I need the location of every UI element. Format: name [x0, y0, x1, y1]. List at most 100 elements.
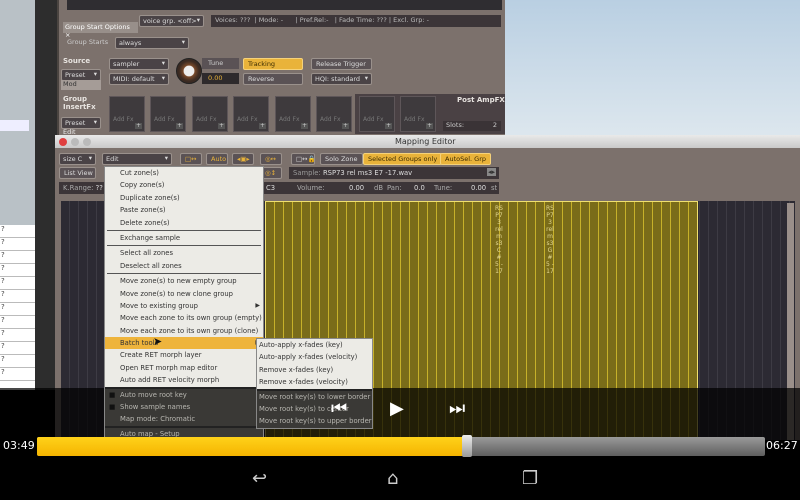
k-range-value[interactable]: ?? — [96, 184, 103, 192]
mod-button[interactable]: Mod — [61, 80, 101, 90]
skip-next-icon[interactable]: ⏭ — [449, 398, 465, 419]
menu-item-move-new-empty[interactable]: Move zone(s) to new empty group — [105, 275, 263, 287]
checkbox-icon[interactable]: ■ — [109, 389, 115, 401]
add-fx-slot[interactable]: Add Fx + — [109, 96, 145, 132]
menu-item-create-ret[interactable]: Create RET morph layer — [105, 349, 263, 361]
volume-value[interactable]: 0.00 — [349, 184, 364, 192]
list-item[interactable]: ? — [0, 251, 35, 264]
menu-item-exchange-sample[interactable]: Exchange sample — [105, 232, 263, 244]
tab-group-start-options[interactable]: Group Start Options × — [63, 22, 138, 39]
auto-button[interactable]: Auto — [206, 153, 228, 165]
menu-item-copy[interactable]: Copy zone(s) — [105, 179, 263, 191]
menu-item-delete[interactable]: Delete zone(s) — [105, 217, 263, 229]
hq-dropdown[interactable]: HQI: standard — [311, 73, 372, 85]
selected-row[interactable] — [0, 120, 29, 131]
reverse-button[interactable]: Reverse — [243, 73, 303, 85]
menu-item-auto-move-root[interactable]: ■ Auto move root key — [105, 388, 263, 402]
list-item[interactable]: ? — [0, 277, 35, 290]
sample-nav-arrows[interactable]: ◂▸ — [487, 168, 496, 176]
list-item[interactable]: ? — [0, 264, 35, 277]
play-icon[interactable]: ▶ — [390, 398, 404, 419]
list-item[interactable]: ? — [0, 329, 35, 342]
zoom-icon[interactable] — [83, 138, 91, 146]
root-key-value[interactable]: C3 — [266, 184, 275, 192]
add-fx-slot[interactable]: Add Fx + — [192, 96, 228, 132]
list-item[interactable]: ? — [0, 238, 35, 251]
menu-item-show-sample-names[interactable]: ■ Show sample names — [105, 401, 263, 414]
title-bar[interactable]: Mapping Editor — [55, 135, 800, 148]
zoom-fit-button[interactable]: ◂▣▸ — [232, 153, 254, 165]
add-fx-slot[interactable]: Add Fx + — [275, 96, 311, 132]
list-item[interactable]: ? — [0, 303, 35, 316]
tune-value[interactable]: 0.00 — [202, 73, 239, 84]
menu-item-move-own-empty[interactable]: Move each zone to its own group (empty) — [105, 312, 263, 324]
checkbox-icon[interactable]: ■ — [109, 401, 115, 413]
tune-value[interactable]: 0.00 — [471, 184, 486, 192]
fade-time-value[interactable]: ??? — [376, 16, 386, 24]
menu-item-open-ret[interactable]: Open RET morph map editor — [105, 362, 263, 374]
add-fx-slot[interactable]: Add Fx + — [359, 96, 395, 132]
menu-item-move-new-clone[interactable]: Move zone(s) to new clone group — [105, 288, 263, 300]
home-icon[interactable]: ⌂ — [387, 468, 398, 489]
list-item[interactable]: ? — [0, 290, 35, 303]
menu-item-move-own-clone[interactable]: Move each zone to its own group (clone) — [105, 325, 263, 337]
back-icon[interactable]: ↩ — [252, 468, 267, 489]
submenu-item[interactable]: Auto-apply x-fades (key) — [257, 339, 372, 351]
list-item[interactable]: ? — [0, 355, 35, 368]
menu-item-select-all[interactable]: Select all zones — [105, 247, 263, 259]
mode-dropdown[interactable]: - — [281, 16, 283, 24]
menu-item-auto-add-ret[interactable]: Auto add RET velocity morph — [105, 374, 263, 386]
seek-thumb[interactable] — [461, 435, 472, 457]
size-dropdown[interactable]: size C — [59, 153, 96, 165]
selected-groups-only-button[interactable]: Selected Groups only — [363, 153, 443, 165]
group-insert-fx-label: Group InsertFx — [63, 95, 96, 111]
minimize-icon[interactable] — [71, 138, 79, 146]
close-icon[interactable] — [59, 138, 67, 146]
submenu-item[interactable]: Move root key(s) to center — [257, 402, 372, 416]
menu-item-move-existing[interactable]: Move to existing group ▶ — [105, 300, 263, 312]
edit-dropdown[interactable]: Edit — [102, 153, 172, 165]
zone-width-button[interactable]: □↔ — [180, 153, 202, 165]
zoom-h-button[interactable]: ◎↔ — [260, 153, 282, 165]
left-browser-pane — [0, 0, 35, 230]
add-fx-slot[interactable]: Add Fx + — [316, 96, 352, 132]
add-fx-slot[interactable]: Add Fx + — [400, 96, 436, 132]
list-item[interactable]: ? — [0, 225, 35, 238]
menu-item-duplicate[interactable]: Duplicate zone(s) — [105, 192, 263, 204]
submenu-item[interactable]: Remove x-fades (velocity) — [257, 376, 372, 388]
recents-icon[interactable]: ❐ — [522, 468, 538, 489]
solo-zone-button[interactable]: Solo Zone — [320, 153, 363, 165]
add-fx-slot[interactable]: Add Fx + — [233, 96, 269, 132]
submenu-item[interactable]: Move root key(s) to upper border — [257, 415, 372, 428]
menu-item-paste[interactable]: Paste zone(s) — [105, 204, 263, 216]
volume-unit: dB — [374, 184, 383, 192]
autosel-grp-button[interactable]: AutoSel. Grp — [440, 153, 491, 165]
menu-item-map-mode[interactable]: Map mode: Chromatic — [105, 413, 263, 426]
midi-dropdown[interactable]: MIDI: default — [109, 73, 169, 85]
list-item[interactable]: ? — [0, 368, 35, 381]
slots-field[interactable]: Slots: 2 — [443, 121, 501, 131]
submenu-item[interactable]: Move root key(s) to lower border — [257, 390, 372, 403]
pan-value[interactable]: 0.0 — [414, 184, 425, 192]
menu-item-deselect-all[interactable]: Deselect all zones — [105, 260, 263, 272]
tune-knob[interactable] — [176, 58, 202, 84]
list-view-button[interactable]: List View — [59, 167, 96, 179]
group-starts-dropdown[interactable]: always — [115, 37, 189, 49]
list-item[interactable]: ? — [0, 342, 35, 355]
release-trigger-button[interactable]: Release Trigger — [311, 58, 372, 70]
pref-rel-dropdown[interactable]: - — [326, 16, 328, 24]
menu-item-batch-tools[interactable]: Batch tools➤▶ — [105, 335, 263, 350]
lock-button[interactable]: □↔🔒 — [291, 153, 316, 165]
menu-item-cut[interactable]: Cut zone(s) — [105, 167, 263, 179]
skip-previous-icon[interactable]: ⏮ — [331, 398, 347, 419]
add-fx-slot[interactable]: Add Fx + — [150, 96, 186, 132]
sample-field[interactable]: Sample: RSP73 rel ms3 E7 -17.wav ◂▸ — [289, 167, 499, 179]
list-item[interactable]: ? — [0, 316, 35, 329]
tracking-button[interactable]: Tracking — [243, 58, 303, 70]
excl-grp-dropdown[interactable]: - — [427, 16, 429, 24]
voices-value[interactable]: ??? — [240, 16, 250, 24]
voice-group-dropdown[interactable]: voice grp. <off> — [139, 15, 204, 27]
submenu-item[interactable]: Remove x-fades (key) — [257, 364, 372, 376]
submenu-item[interactable]: Auto-apply x-fades (velocity) — [257, 351, 372, 363]
source-dropdown[interactable]: sampler — [109, 58, 169, 70]
